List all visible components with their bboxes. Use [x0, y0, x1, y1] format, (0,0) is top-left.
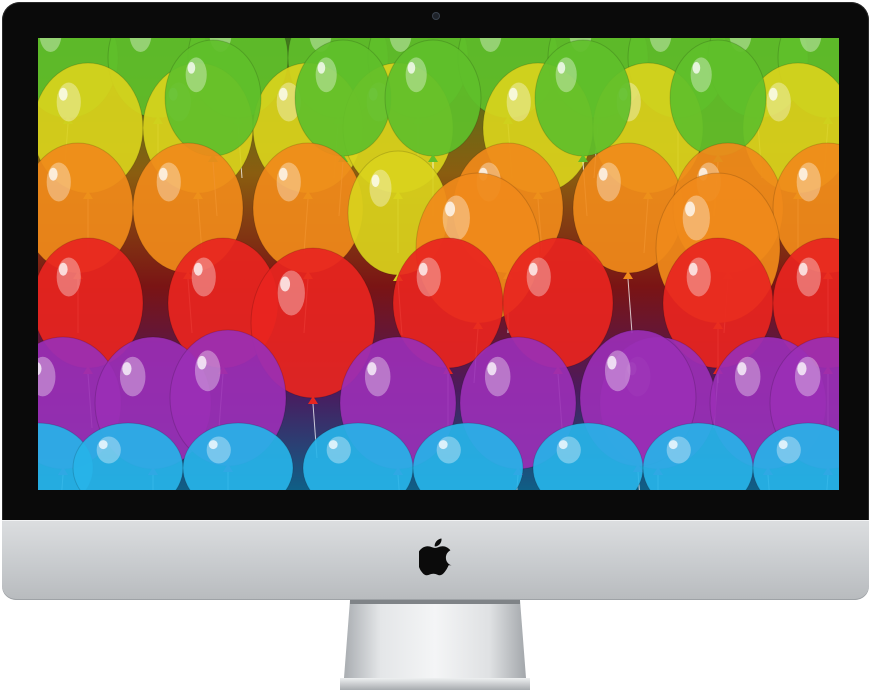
imac-illustration: [0, 0, 891, 700]
monitor-stand: [340, 600, 530, 690]
display-screen: [38, 38, 839, 490]
webcam-icon: [432, 12, 440, 20]
balloon-wallpaper: [38, 38, 839, 490]
display-bezel: [2, 2, 869, 522]
apple-logo-icon: [419, 538, 452, 576]
